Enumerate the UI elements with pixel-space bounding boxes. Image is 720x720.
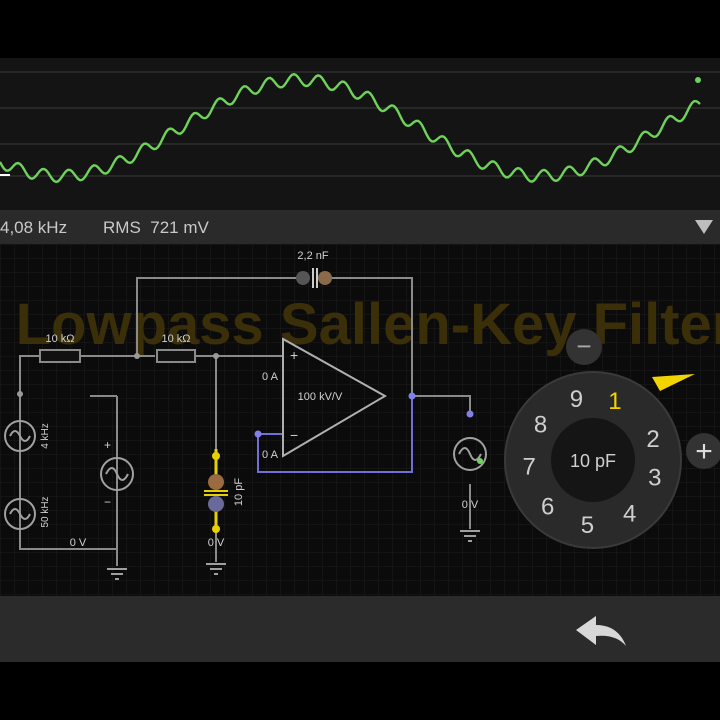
dial-digit-2[interactable]: 2 bbox=[646, 426, 659, 453]
dial-digit-6[interactable]: 6 bbox=[541, 493, 554, 520]
r1-label: 10 kΩ bbox=[45, 333, 74, 345]
dial-digit-5[interactable]: 5 bbox=[581, 512, 594, 539]
dial-digit-1[interactable]: 1 bbox=[608, 388, 621, 415]
opamp-minus-sign: − bbox=[290, 427, 298, 443]
circuit-canvas[interactable]: Lowpass Sallen-Key Filter 10 kΩ 10 kΩ 2,… bbox=[0, 244, 720, 596]
dial-digit-9[interactable]: 9 bbox=[570, 386, 583, 413]
dial-minus-button[interactable]: − bbox=[566, 329, 602, 365]
oscilloscope-graph bbox=[0, 71, 720, 184]
svg-text:+: + bbox=[104, 438, 111, 452]
in-plus-current: 0 A bbox=[262, 371, 279, 383]
svg-text:+: + bbox=[695, 435, 713, 468]
rms-label: RMS bbox=[103, 218, 141, 237]
gnd1-label: 0 V bbox=[70, 537, 87, 549]
dial-center-value: 10 pF bbox=[570, 451, 616, 471]
dial-digit-7[interactable]: 7 bbox=[523, 454, 536, 481]
trace-cursor bbox=[695, 77, 701, 83]
rms-value: 721 mV bbox=[150, 218, 209, 237]
frequency-readout: 4,08 kHz bbox=[0, 218, 68, 237]
oscilloscope-panel[interactable] bbox=[0, 58, 720, 210]
src1-label: 4 kHz bbox=[40, 423, 51, 449]
r2-label: 10 kΩ bbox=[161, 333, 190, 345]
dropdown-triangle-icon[interactable] bbox=[694, 218, 714, 236]
in-minus-current: 0 A bbox=[262, 449, 279, 461]
svg-text:−: − bbox=[576, 331, 591, 361]
circuit-title-watermark: Lowpass Sallen-Key Filter bbox=[16, 292, 720, 357]
src2-label: 50 kHz bbox=[40, 496, 51, 527]
opamp-gain-label: 100 kV/V bbox=[298, 391, 343, 403]
rms-readout: RMS 721 mV bbox=[103, 218, 209, 238]
gnd3-label: 0 V bbox=[462, 499, 479, 511]
undo-arrow-icon[interactable] bbox=[572, 612, 632, 652]
svg-text:−: − bbox=[104, 495, 111, 509]
dial-digit-8[interactable]: 8 bbox=[534, 411, 547, 438]
dial-digit-4[interactable]: 4 bbox=[623, 500, 636, 527]
waveform-trace bbox=[0, 72, 701, 184]
measurement-bar: 4,08 kHz RMS 721 mV bbox=[0, 210, 720, 244]
dial-digit-3[interactable]: 3 bbox=[648, 465, 661, 492]
c1-label: 2,2 nF bbox=[297, 250, 328, 262]
opamp-plus-sign: + bbox=[290, 347, 298, 363]
gnd2-label: 0 V bbox=[208, 537, 225, 549]
c2-label: 10 pF bbox=[233, 478, 245, 506]
